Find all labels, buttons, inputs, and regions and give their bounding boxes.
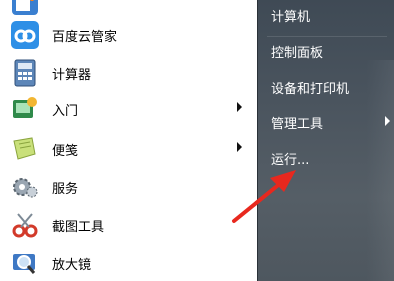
annotation-arrow: [232, 170, 296, 223]
